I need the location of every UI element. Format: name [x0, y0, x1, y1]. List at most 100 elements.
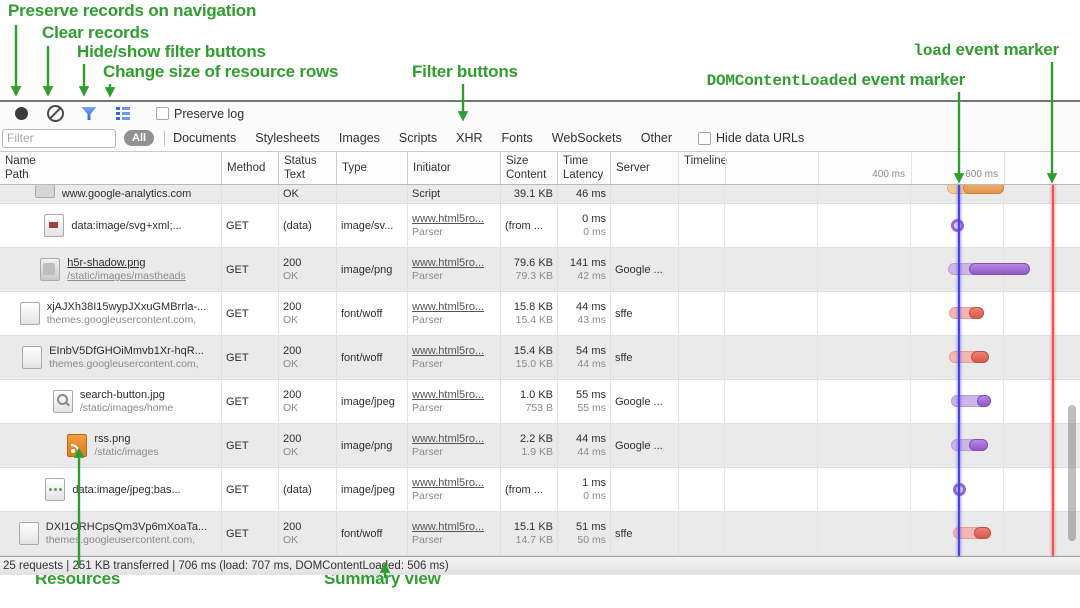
- name-text: www.google-analytics.com: [62, 187, 192, 201]
- hide-data-urls-label: Hide data URLs: [716, 131, 804, 145]
- clear-button[interactable]: [42, 104, 68, 124]
- filter-type-websockets[interactable]: WebSockets: [552, 131, 622, 145]
- filter-type-stylesheets[interactable]: Stylesheets: [255, 131, 320, 145]
- time-value: 1 ms: [582, 476, 606, 490]
- scrollbar-thumb[interactable]: [1068, 405, 1076, 541]
- status-code: 200: [283, 344, 332, 358]
- initiator-link[interactable]: www.html5ro...: [412, 476, 496, 490]
- request-name[interactable]: DXI1ORHCpsQm3Vp6mXoaTa...: [46, 520, 207, 534]
- size-value: 79.6 KB: [514, 256, 553, 270]
- status-text: OK: [283, 187, 332, 201]
- time-value: 54 ms: [576, 344, 606, 358]
- header-timeline[interactable]: Timeline400 ms600 ms: [678, 152, 1080, 184]
- header-server[interactable]: Server: [610, 152, 678, 184]
- type-value: image/png: [341, 439, 403, 453]
- name-cell: EInbV5DfGHOiMmvb1Xr-hqR...themes.googleu…: [0, 336, 221, 379]
- size-value: 15.4 KB: [514, 344, 553, 358]
- request-name[interactable]: www.google-analytics.com: [62, 187, 192, 201]
- filter-input[interactable]: [2, 129, 116, 148]
- table-row[interactable]: DXI1ORHCpsQm3Vp6mXoaTa...themes.googleus…: [0, 512, 1080, 556]
- request-name[interactable]: h5r-shadow.png: [67, 256, 185, 270]
- name-cell: DXI1ORHCpsQm3Vp6mXoaTa...themes.googleus…: [0, 512, 221, 555]
- type-cell: font/woff: [336, 512, 407, 555]
- content-value: 753 B: [526, 402, 553, 415]
- header-type[interactable]: Type: [336, 152, 407, 184]
- server-value: Google ...: [615, 395, 674, 409]
- size-cell: (from ...: [500, 468, 557, 511]
- waterfall-bar: [969, 307, 984, 319]
- table-row[interactable]: data:image/jpeg;bas...GET(data)image/jpe…: [0, 468, 1080, 512]
- table-row[interactable]: search-button.jpg/static/images/homeGET2…: [0, 380, 1080, 424]
- server-cell: [610, 185, 678, 203]
- initiator-link[interactable]: www.html5ro...: [412, 256, 496, 270]
- waterfall-bar: [977, 395, 990, 407]
- filter-toggle-button[interactable]: [76, 104, 102, 124]
- name-cell: data:image/jpeg;bas...: [0, 468, 221, 511]
- server-cell: Google ...: [610, 424, 678, 467]
- initiator-link[interactable]: www.html5ro...: [412, 300, 496, 314]
- table-row[interactable]: EInbV5DfGHOiMmvb1Xr-hqR...themes.googleu…: [0, 336, 1080, 380]
- request-name[interactable]: rss.png: [94, 432, 158, 446]
- method-value: GET: [226, 483, 274, 497]
- filter-type-xhr[interactable]: XHR: [456, 131, 482, 145]
- table-row[interactable]: www.google-analytics.comOKScript39.1 KB4…: [0, 185, 1080, 204]
- header-size[interactable]: SizeContent: [500, 152, 557, 184]
- table-row[interactable]: xjAJXh38I15wypJXxuGMBrrla-...themes.goog…: [0, 292, 1080, 336]
- status-code: 200: [283, 388, 332, 402]
- funnel-icon: [82, 107, 97, 120]
- filter-type-other[interactable]: Other: [641, 131, 672, 145]
- table-row[interactable]: h5r-shadow.png/static/images/mastheadsGE…: [0, 248, 1080, 292]
- type-cell: font/woff: [336, 292, 407, 335]
- type-value: font/woff: [341, 307, 403, 321]
- preserve-log-checkbox[interactable]: [156, 107, 169, 120]
- initiator-link[interactable]: www.html5ro...: [412, 344, 496, 358]
- table-header: NamePath Method StatusText Type Initiato…: [0, 152, 1080, 185]
- size-value: 2.2 KB: [520, 432, 553, 446]
- request-name[interactable]: data:image/jpeg;bas...: [72, 483, 180, 497]
- filter-type-documents[interactable]: Documents: [173, 131, 236, 145]
- initiator-link[interactable]: www.html5ro...: [412, 432, 496, 446]
- content-value: 15.0 KB: [516, 358, 553, 371]
- header-name[interactable]: NamePath: [0, 152, 221, 184]
- image-preview-icon: [45, 478, 65, 501]
- header-initiator[interactable]: Initiator: [407, 152, 500, 184]
- hide-data-urls-checkbox[interactable]: [698, 132, 711, 145]
- status-cell: 200OK: [278, 380, 336, 423]
- initiator-cell: www.html5ro...Parser: [407, 248, 500, 291]
- initiator-link[interactable]: www.html5ro...: [412, 212, 496, 226]
- time-cell: 0 ms0 ms: [557, 204, 610, 247]
- size-value: 39.1 KB: [514, 187, 553, 201]
- request-name[interactable]: xjAJXh38I15wypJXxuGMBrrla-...: [47, 300, 207, 314]
- record-button[interactable]: [8, 104, 34, 124]
- filter-type-images[interactable]: Images: [339, 131, 380, 145]
- name-text: xjAJXh38I15wypJXxuGMBrrla-...themes.goog…: [47, 300, 207, 327]
- filter-type-scripts[interactable]: Scripts: [399, 131, 437, 145]
- initiator-link[interactable]: www.html5ro...: [412, 388, 496, 402]
- content-value: 14.7 KB: [516, 534, 553, 547]
- header-method[interactable]: Method: [221, 152, 278, 184]
- time-value: 51 ms: [576, 520, 606, 534]
- resource-row-size-button[interactable]: [110, 104, 136, 124]
- request-name[interactable]: search-button.jpg: [80, 388, 173, 402]
- initiator-cell: www.html5ro...Parser: [407, 512, 500, 555]
- request-name[interactable]: data:image/svg+xml;...: [71, 219, 181, 233]
- waterfall-bar: [969, 263, 1029, 275]
- status-cell: 200OK: [278, 336, 336, 379]
- table-row[interactable]: data:image/svg+xml;...GET(data)image/sv.…: [0, 204, 1080, 248]
- filter-type-fonts[interactable]: Fonts: [502, 131, 533, 145]
- name-cell: rss.png/static/images: [0, 424, 221, 467]
- timeline-cell: [678, 204, 1080, 247]
- initiator-link[interactable]: www.html5ro...: [412, 520, 496, 534]
- name-text: EInbV5DfGHOiMmvb1Xr-hqR...themes.googleu…: [49, 344, 204, 371]
- table-row[interactable]: rss.png/static/imagesGET200OKimage/pngww…: [0, 424, 1080, 468]
- magnifier-image-icon: [53, 390, 73, 413]
- header-status[interactable]: StatusText: [278, 152, 336, 184]
- initiator-cell: www.html5ro...Parser: [407, 380, 500, 423]
- header-time[interactable]: TimeLatency: [557, 152, 610, 184]
- filter-all-button[interactable]: All: [124, 130, 154, 146]
- document-icon: [22, 346, 42, 369]
- server-cell: Google ...: [610, 248, 678, 291]
- request-name[interactable]: EInbV5DfGHOiMmvb1Xr-hqR...: [49, 344, 204, 358]
- timeline-tick-label: 600 ms: [965, 168, 998, 182]
- initiator-sub: Parser: [412, 446, 496, 459]
